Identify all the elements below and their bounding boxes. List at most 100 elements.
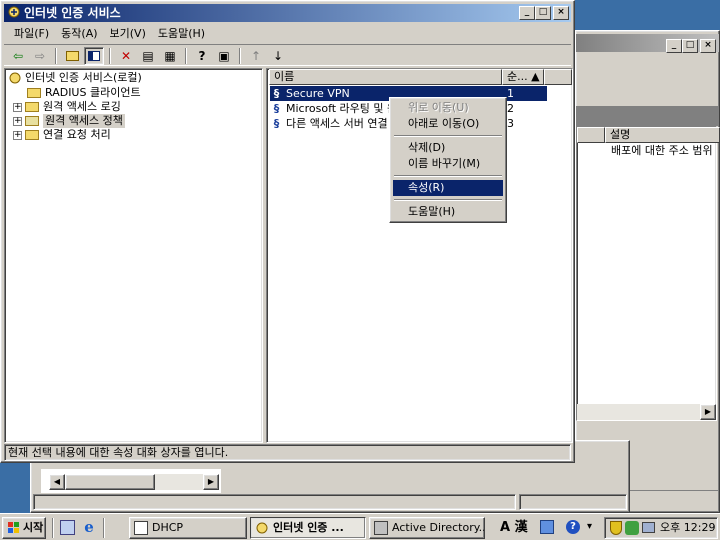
language-bar[interactable]: A 漢 — [500, 519, 528, 537]
export-list-icon[interactable]: ▦ — [160, 47, 180, 65]
list-item[interactable]: 배포에 대한 주소 범위 — [611, 143, 713, 158]
column-header-name[interactable]: 이름 — [269, 69, 502, 85]
taskbar: 시작 e DHCP 인터넷 인증 ... Active Directory...… — [0, 513, 720, 540]
scroll-thumb[interactable] — [65, 474, 155, 490]
ias-icon — [256, 522, 268, 534]
menu-view[interactable]: 보기(V) — [104, 25, 152, 41]
delete-icon[interactable]: ✕ — [116, 47, 136, 65]
tree-root-label: 인터넷 인증 서비스(로컬) — [25, 71, 142, 84]
policy-order: 2 — [507, 102, 514, 115]
menu-action[interactable]: 동작(A) — [55, 25, 103, 41]
folder-icon — [25, 130, 39, 140]
folder-icon — [27, 88, 41, 98]
column-header-order[interactable]: 순... ▲ — [502, 69, 544, 85]
status-panel-a — [33, 494, 516, 510]
toolbar: ⇦ ⇨ ✕ ▤ ▦ ? ▣ ↑ ↓ — [4, 44, 571, 66]
properties-icon[interactable]: ▤ — [138, 47, 158, 65]
main-window-buttons: _ □ × — [519, 6, 569, 20]
task-label: Active Directory... — [392, 521, 485, 534]
policy-name: 다른 액세스 서버 연결 — [286, 117, 388, 130]
scroll-right-button[interactable]: ▶ — [700, 404, 716, 420]
expand-icon[interactable]: + — [13, 116, 22, 126]
menu-item-move-up[interactable]: 위로 이동(U) — [393, 100, 503, 116]
tree-root[interactable]: 인터넷 인증 서비스(로컬) — [8, 71, 142, 85]
help-tray-icon[interactable]: ? — [566, 520, 580, 534]
horizontal-scrollbar-2[interactable]: ◀ ▶ — [49, 474, 219, 490]
quick-launch-separator — [103, 518, 105, 538]
tree-item-radius-clients[interactable]: RADIUS 클라이언트 — [27, 86, 141, 100]
scroll-right-button[interactable]: ▶ — [203, 474, 219, 490]
task-active-directory[interactable]: Active Directory... — [369, 517, 485, 539]
toolbar-separator — [109, 47, 111, 64]
menu-bar: 파일(F) 동작(A) 보기(V) 도움말(H) — [4, 23, 571, 42]
tree-item-connection-request[interactable]: + 연결 요청 처리 — [13, 128, 111, 142]
task-label: DHCP — [152, 521, 184, 534]
horizontal-scrollbar[interactable] — [577, 404, 716, 420]
policy-name: Secure VPN — [286, 87, 350, 100]
tree-item-label: 연결 요청 처리 — [43, 128, 111, 141]
tray-options-icon[interactable]: ▾ — [587, 520, 597, 534]
tree-item-remote-logging[interactable]: + 원격 액세스 로깅 — [13, 100, 121, 114]
help-icon[interactable]: ? — [192, 47, 212, 65]
task-dhcp[interactable]: DHCP — [129, 517, 247, 539]
menu-separator — [394, 135, 502, 137]
show-tree-icon[interactable] — [84, 46, 104, 65]
menu-item-properties[interactable]: 속성(R) — [393, 180, 503, 196]
internet-explorer-icon[interactable]: e — [81, 519, 97, 535]
context-menu: 위로 이동(U) 아래로 이동(O) 삭제(D) 이름 바꾸기(M) 속성(R)… — [389, 97, 507, 223]
close-button[interactable]: × — [700, 39, 716, 53]
status-bar: 현재 선택 내용에 대한 속성 대화 상자를 엽니다. — [4, 444, 571, 461]
expand-icon[interactable]: + — [13, 130, 22, 140]
policy-icon: § — [273, 87, 280, 100]
minimize-button[interactable]: _ — [519, 6, 535, 20]
folder-icon — [25, 102, 39, 112]
policy-order: 3 — [507, 117, 514, 130]
tree-pane: 인터넷 인증 서비스(로컬) RADIUS 클라이언트 + 원격 액세스 로깅 … — [4, 68, 263, 443]
policy-icon: § — [273, 117, 280, 130]
back-arrow-icon[interactable]: ⇦ — [8, 47, 28, 65]
menu-item-move-down[interactable]: 아래로 이동(O) — [393, 116, 503, 132]
menu-item-delete[interactable]: 삭제(D) — [393, 140, 503, 156]
maximize-button[interactable]: □ — [682, 39, 698, 53]
forward-arrow-icon[interactable]: ⇨ — [30, 47, 50, 65]
close-button[interactable]: × — [553, 6, 569, 20]
move-up-icon[interactable]: ↑ — [246, 47, 266, 65]
column-header-blank — [577, 127, 605, 143]
menu-item-help[interactable]: 도움말(H) — [393, 204, 503, 220]
tree-item-label: 원격 액세스 로깅 — [43, 100, 121, 113]
tree-item-label: 원격 액세스 정책 — [43, 114, 125, 128]
window-title: 인터넷 인증 서비스 — [24, 6, 121, 20]
quick-launch-separator — [52, 518, 54, 538]
menu-item-rename[interactable]: 이름 바꾸기(M) — [393, 156, 503, 172]
menu-help[interactable]: 도움말(H) — [152, 25, 211, 41]
system-tray: 오후 12:29 — [604, 517, 718, 539]
expand-icon[interactable]: + — [13, 102, 22, 112]
maximize-button[interactable]: □ — [535, 6, 551, 20]
show-desktop-icon[interactable] — [60, 520, 75, 535]
status-panel-b — [519, 494, 627, 510]
up-folder-icon[interactable] — [62, 47, 82, 65]
network-icon[interactable] — [625, 521, 639, 535]
background-window-buttons: _ □ × — [666, 39, 716, 53]
column-header-blank — [544, 69, 572, 85]
security-shield-icon[interactable] — [610, 521, 622, 535]
display-icon[interactable] — [642, 522, 655, 533]
move-down-icon[interactable]: ↓ — [268, 47, 288, 65]
start-label: 시작 — [23, 521, 44, 534]
menu-file[interactable]: 파일(F) — [8, 25, 55, 41]
ime-icon[interactable] — [540, 520, 554, 534]
status-text: 현재 선택 내용에 대한 속성 대화 상자를 엽니다. — [8, 446, 229, 459]
clock[interactable]: 오후 12:29 — [660, 518, 715, 538]
console-icon[interactable]: ▣ — [214, 47, 234, 65]
policy-name: Microsoft 라우팅 및 원 — [286, 102, 398, 115]
start-button[interactable]: 시작 — [2, 517, 46, 539]
scroll-left-button[interactable]: ◀ — [49, 474, 65, 490]
toolbar-separator — [55, 47, 57, 64]
task-label: 인터넷 인증 ... — [273, 521, 344, 534]
task-ias[interactable]: 인터넷 인증 ... — [250, 517, 366, 539]
main-titlebar[interactable]: 인터넷 인증 서비스 — [4, 4, 571, 22]
minimize-button[interactable]: _ — [666, 39, 682, 53]
tree-item-remote-policies[interactable]: + 원격 액세스 정책 — [13, 114, 125, 128]
column-header-description[interactable]: 설명 — [605, 127, 720, 143]
main-window: 인터넷 인증 서비스 _ □ × 파일(F) 동작(A) 보기(V) 도움말(H… — [0, 0, 575, 463]
